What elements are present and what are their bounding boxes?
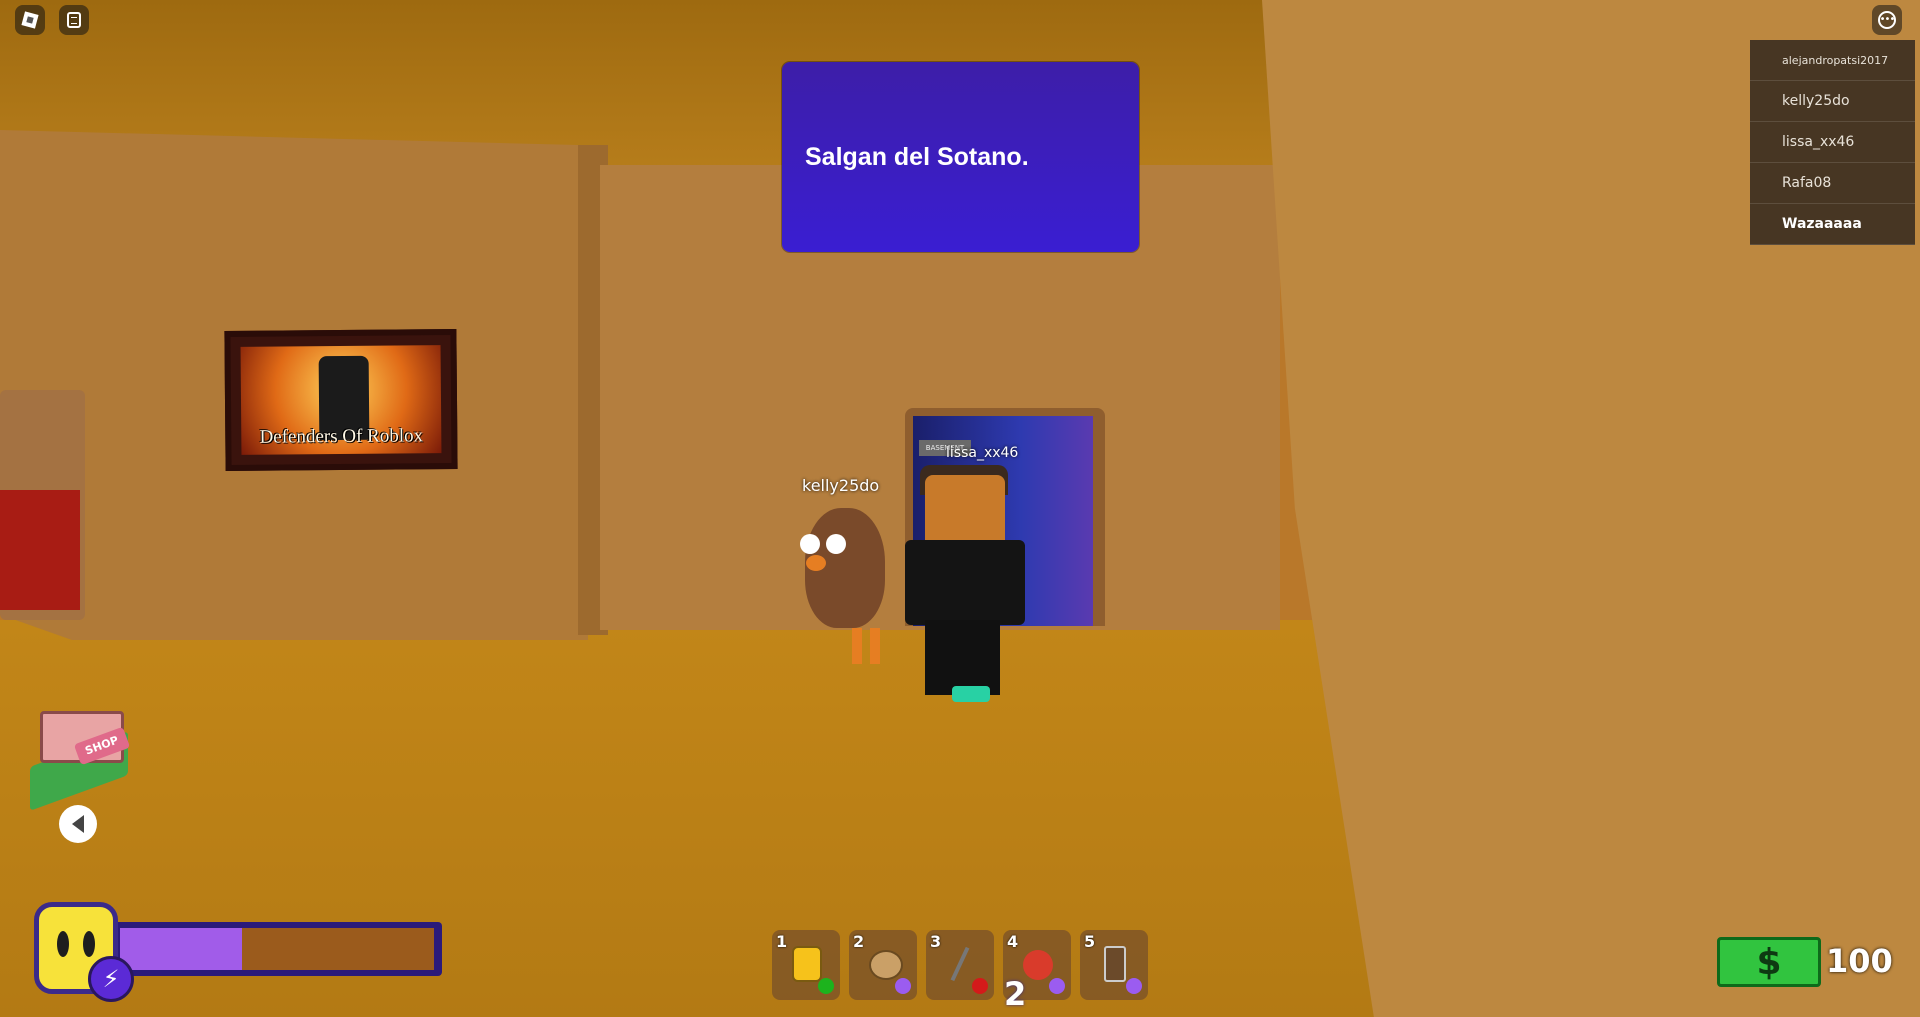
couch-cushion: [0, 490, 80, 610]
turkey-eye-left: [800, 534, 820, 554]
rarity-dot: [895, 978, 911, 994]
announcement-box: Salgan del Sotano.: [782, 62, 1139, 252]
turkey-eye-right: [826, 534, 846, 554]
cookie-icon: [869, 950, 903, 980]
turkey-beak: [806, 555, 826, 571]
turkey-leg: [870, 628, 880, 664]
poster-title: Defenders Of Roblox: [259, 425, 424, 448]
eye-icon: [57, 931, 69, 957]
ellipsis-icon: •••: [1878, 11, 1896, 29]
avatar-shoe: [952, 686, 990, 702]
shop-button[interactable]: SHOP: [22, 705, 136, 811]
avatar-torso[interactable]: [905, 540, 1025, 625]
slot-number: 3: [930, 932, 942, 951]
player-list-item[interactable]: alejandropatsi2017: [1750, 40, 1915, 81]
hotbar-slot-3[interactable]: 3: [926, 930, 994, 1000]
sound-toggle-button[interactable]: [59, 805, 97, 843]
poster-image: Defenders Of Roblox: [240, 345, 442, 455]
cash-amount: 100: [1826, 942, 1893, 980]
announcement-text: Salgan del Sotano.: [805, 142, 1029, 171]
eye-icon: [83, 931, 95, 957]
item-stack-count: 2: [1004, 975, 1027, 1013]
slot-number: 4: [1007, 932, 1019, 951]
nametag-lissa_xx46: lissa_xx46: [946, 445, 1019, 461]
roblox-menu-button[interactable]: [15, 5, 45, 35]
cash-icon: $: [1717, 937, 1821, 987]
chat-button[interactable]: [59, 5, 89, 35]
slot-number: 5: [1084, 932, 1096, 951]
rarity-dot: [972, 978, 988, 994]
chat-icon: [67, 12, 81, 28]
hotbar-slot-1[interactable]: 1: [772, 930, 840, 1000]
hotbar-slot-2[interactable]: 2: [849, 930, 917, 1000]
energy-fill: [120, 928, 243, 970]
player-list-item[interactable]: Rafa08: [1750, 163, 1915, 204]
apple-icon: [1023, 950, 1053, 980]
player-list-item[interactable]: lissa_xx46: [1750, 122, 1915, 163]
cup-icon: [1104, 946, 1126, 982]
turkey-leg: [852, 628, 862, 664]
energy-track: [120, 928, 434, 970]
nametag-kelly25do: kelly25do: [802, 476, 880, 495]
more-options-button[interactable]: •••: [1872, 5, 1902, 35]
pitchfork-icon: [950, 946, 970, 982]
slot-number: 2: [853, 932, 865, 951]
roblox-logo-icon: [21, 11, 39, 29]
hotbar: 1 2 3 4 5: [772, 930, 1148, 1000]
wall-poster: Defenders Of Roblox: [224, 328, 458, 472]
rarity-dot: [1126, 978, 1142, 994]
speaker-icon: [72, 815, 84, 833]
slot-number: 1: [776, 932, 788, 951]
player-list-item-self[interactable]: Wazaaaaa: [1750, 204, 1915, 245]
energy-bar: [112, 922, 442, 976]
avatar-legs: [925, 620, 1000, 695]
honey-jar-icon: [792, 946, 822, 982]
lightning-bolt-icon: ⚡: [88, 956, 134, 1002]
player-list: alejandropatsi2017 kelly25do lissa_xx46 …: [1750, 40, 1915, 245]
hotbar-slot-5[interactable]: 5: [1080, 930, 1148, 1000]
rarity-dot: [818, 978, 834, 994]
player-list-item[interactable]: kelly25do: [1750, 81, 1915, 122]
rarity-dot: [1049, 978, 1065, 994]
